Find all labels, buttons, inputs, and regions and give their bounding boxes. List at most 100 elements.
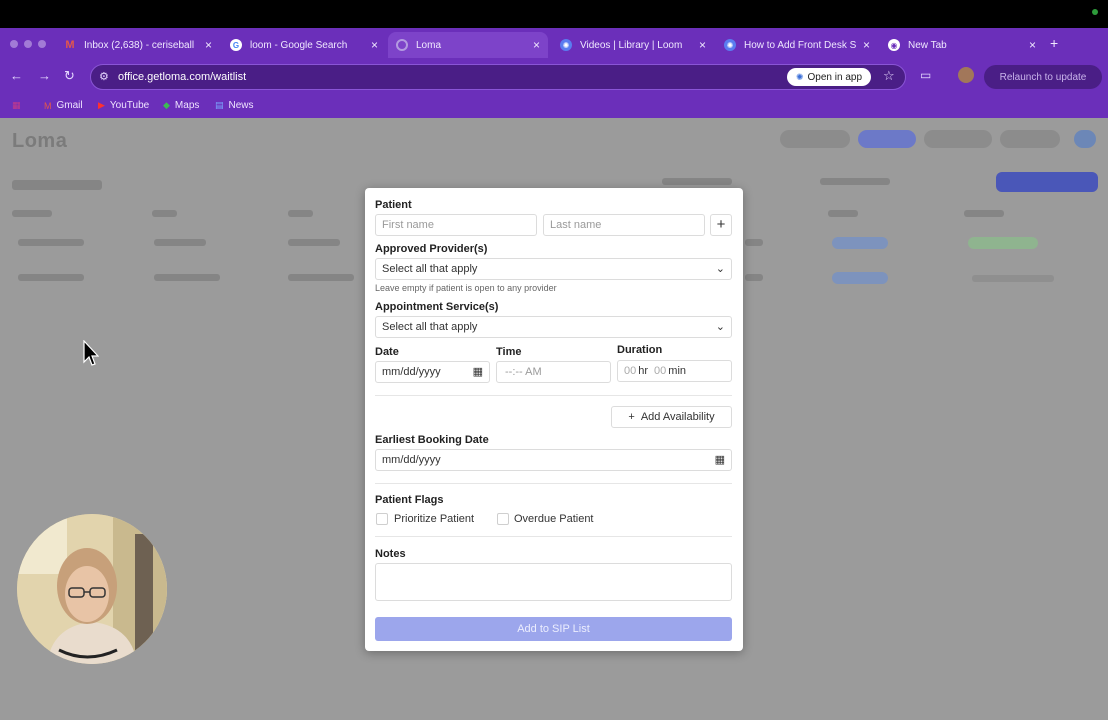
url-text[interactable]: office.getloma.com/waitlist [118, 71, 246, 83]
calendar-icon[interactable]: ▦ [715, 453, 725, 466]
user-avatar [1074, 130, 1096, 148]
overdue-patient-label[interactable]: Overdue Patient [514, 513, 594, 525]
bookmark-maps[interactable]: ◆ Maps [163, 100, 199, 111]
duration-hours-unit: hr [638, 365, 649, 377]
first-name-input[interactable]: First name [375, 214, 537, 236]
status-badge [832, 272, 888, 284]
add-patient-button[interactable]: + [710, 214, 732, 236]
table-row [288, 239, 340, 246]
column-header [964, 210, 1004, 217]
maximize-window-button[interactable] [38, 40, 46, 48]
google-icon: G [230, 39, 242, 51]
bookmark-news[interactable]: ▤ News [215, 100, 254, 111]
services-label: Appointment Service(s) [375, 301, 499, 313]
add-to-waitlist-modal: Patient First name Last name + Approved … [365, 188, 743, 651]
status-badge [968, 237, 1038, 249]
time-input[interactable]: --:-- AM [496, 361, 611, 383]
relaunch-button[interactable]: Relaunch to update [984, 65, 1102, 89]
screen-top-bar [0, 0, 1108, 28]
status-badge [832, 237, 888, 249]
filter-placeholder [662, 178, 732, 185]
notes-textarea[interactable] [375, 563, 732, 601]
tab-loom-library[interactable]: ✺ Videos | Library | Loom × [552, 32, 714, 58]
time-label: Time [496, 346, 522, 358]
recording-indicator [1092, 9, 1098, 15]
side-panel-icon[interactable]: ▭ [920, 68, 931, 82]
close-tab-icon[interactable]: × [699, 38, 706, 52]
column-header [152, 210, 177, 217]
close-tab-icon[interactable]: × [533, 38, 540, 52]
browser-chrome: M Inbox (2,638) - ceriseball × G loom - … [0, 28, 1108, 118]
duration-label: Duration [617, 344, 663, 356]
table-row [154, 274, 220, 281]
profile-avatar[interactable] [958, 67, 974, 83]
forward-icon[interactable]: → [38, 68, 51, 83]
open-in-app-button[interactable]: ✺ Open in app [787, 68, 871, 86]
reload-icon[interactable]: ↻ [64, 68, 75, 84]
providers-select[interactable]: Select all that apply ⌄ [375, 258, 732, 280]
chrome-icon: ◉ [888, 39, 900, 51]
notes-label: Notes [375, 548, 406, 560]
cursor-arrow-icon [83, 340, 99, 366]
loma-icon [396, 39, 408, 51]
table-row [288, 274, 354, 281]
chevron-down-icon: ⌄ [715, 263, 725, 275]
bookmark-gmail[interactable]: M Gmail [44, 100, 83, 111]
site-settings-icon[interactable]: ⚙ [99, 70, 109, 83]
overdue-patient-checkbox[interactable] [497, 513, 509, 525]
bookmark-youtube[interactable]: ▶ YouTube [98, 100, 149, 111]
close-tab-icon[interactable]: × [205, 38, 212, 52]
back-icon[interactable]: ← [10, 68, 23, 83]
duration-input[interactable]: 00 hr 00 min [617, 360, 732, 382]
apps-icon[interactable]: ▦ [12, 100, 21, 111]
app-icon: ✺ [795, 71, 804, 82]
column-header [288, 210, 313, 217]
page-title-placeholder [12, 180, 102, 190]
calendar-icon[interactable]: ▦ [473, 365, 483, 378]
table-row [745, 274, 763, 281]
duration-minutes-value[interactable]: 00 [654, 365, 666, 377]
webcam-bubble[interactable] [17, 514, 167, 664]
tab-google-search[interactable]: G loom - Google Search × [222, 32, 386, 58]
minimize-window-button[interactable] [24, 40, 32, 48]
prioritize-patient-checkbox[interactable] [376, 513, 388, 525]
tab-gmail[interactable]: M Inbox (2,638) - ceriseball × [56, 32, 220, 58]
close-tab-icon[interactable]: × [371, 38, 378, 52]
add-to-sip-list-button[interactable]: Add to SIP List [375, 617, 732, 641]
date-label: Date [375, 346, 399, 358]
filter-placeholder [820, 178, 890, 185]
add-to-waitlist-button [996, 172, 1098, 192]
services-select[interactable]: Select all that apply ⌄ [375, 316, 732, 338]
bookmark-star-icon[interactable]: ☆ [883, 68, 895, 84]
tab-loma[interactable]: Loma × [388, 32, 548, 58]
new-tab-button[interactable]: + [1050, 35, 1058, 51]
bookmarks-bar: ▦ M Gmail ▶ YouTube ◆ Maps ▤ News [0, 98, 1108, 116]
prioritize-patient-label[interactable]: Prioritize Patient [394, 513, 474, 525]
duration-minutes-unit: min [668, 365, 687, 377]
app-logo: Loma [12, 130, 68, 152]
news-icon: ▤ [215, 100, 224, 110]
nav-pill-active [858, 130, 916, 148]
status-badge [972, 275, 1054, 282]
earliest-booking-date-input[interactable]: mm/dd/yyyy ▦ [375, 449, 732, 471]
chevron-down-icon: ⌄ [715, 321, 725, 333]
tab-new-tab[interactable]: ◉ New Tab × [880, 32, 1044, 58]
loom-icon: ✺ [724, 39, 736, 51]
navigation-bar: ← → ↻ ⚙ office.getloma.com/waitlist ✺ Op… [0, 62, 1108, 92]
gmail-icon: M [44, 100, 52, 111]
providers-helper-text: Leave empty if patient is open to any pr… [375, 283, 557, 293]
presenter-video [17, 514, 167, 664]
address-bar[interactable]: ⚙ office.getloma.com/waitlist ✺ Open in … [90, 64, 906, 90]
date-input[interactable]: mm/dd/yyyy ▦ [375, 361, 490, 383]
maps-icon: ◆ [163, 100, 170, 110]
duration-hours-value[interactable]: 00 [624, 365, 636, 377]
table-row [745, 239, 763, 246]
tab-loom-how-to[interactable]: ✺ How to Add Front Desk Sta × [716, 32, 878, 58]
close-tab-icon[interactable]: × [1029, 38, 1036, 52]
gmail-icon: M [65, 39, 75, 51]
close-window-button[interactable] [10, 40, 18, 48]
last-name-input[interactable]: Last name [543, 214, 705, 236]
close-tab-icon[interactable]: × [863, 38, 870, 52]
add-availability-button[interactable]: + Add Availability [611, 406, 732, 428]
nav-pill [1000, 130, 1060, 148]
